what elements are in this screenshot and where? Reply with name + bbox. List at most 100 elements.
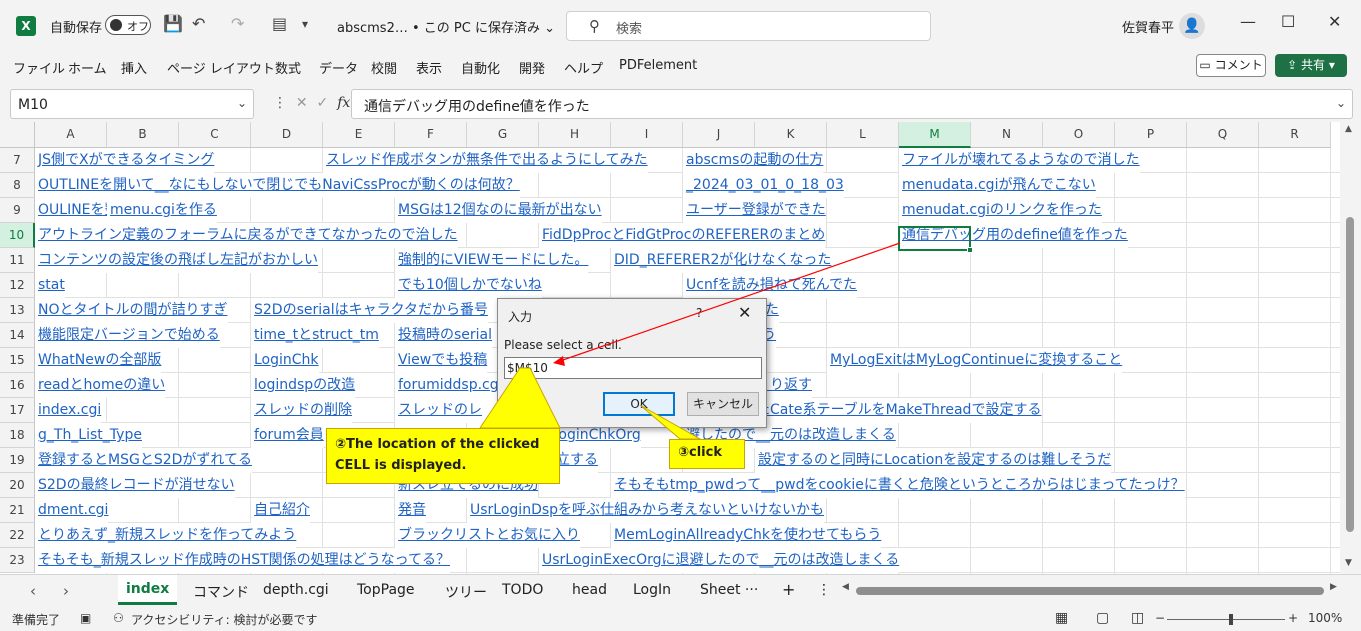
- macro-record-icon[interactable]: ▣: [80, 611, 91, 625]
- zoom-level[interactable]: 100%: [1308, 611, 1342, 625]
- more-options-icon[interactable]: ⋮: [817, 582, 831, 598]
- active-cell-m10[interactable]: [898, 226, 973, 253]
- row-header-19[interactable]: 19: [0, 448, 35, 473]
- normal-view-icon[interactable]: ▦: [1055, 610, 1068, 626]
- user-name[interactable]: 佐賀春平: [1122, 17, 1174, 36]
- cell-a15[interactable]: WhatNewの全部版: [35, 348, 162, 373]
- cell-m7[interactable]: ファイルが壊れてるようなので消した: [899, 148, 1140, 173]
- name-box[interactable]: M10 ⌄: [10, 89, 254, 119]
- row-header-16[interactable]: 16: [0, 373, 35, 398]
- sheet-tab-login[interactable]: LogIn: [633, 582, 671, 598]
- tab-home[interactable]: ホーム: [68, 58, 107, 77]
- cell-l15[interactable]: MyLogExitはMyLogContinueに変換すること: [827, 348, 1123, 373]
- sheet-tab-head[interactable]: head: [572, 582, 607, 598]
- cell-f17[interactable]: スレッドのレ: [395, 398, 482, 423]
- column-header-o[interactable]: O: [1043, 122, 1115, 148]
- cell-i11[interactable]: DID_REFERER2が化けなくなった: [611, 248, 832, 273]
- tab-automate[interactable]: 自動化: [461, 58, 500, 77]
- cell-d13[interactable]: S2Dのserialはキャラクタだから番号: [251, 298, 489, 323]
- formula-input[interactable]: 通信デバッグ用のdefine値を作った ⌄: [351, 89, 1353, 119]
- row-header-14[interactable]: 14: [0, 323, 35, 348]
- column-header-p[interactable]: P: [1115, 122, 1187, 148]
- cancel-button[interactable]: キャンセル: [687, 392, 759, 416]
- sheet-tab-more[interactable]: Sheet ···: [700, 582, 758, 598]
- cell-d15[interactable]: LoginChk: [251, 348, 319, 373]
- cell-e7[interactable]: スレッド作成ボタンが無条件で出るようにしてみた: [323, 148, 648, 173]
- cell-d17[interactable]: スレッドの削除: [251, 398, 352, 423]
- horizontal-scroll-thumb[interactable]: [856, 587, 1324, 595]
- column-header-i[interactable]: I: [611, 122, 683, 148]
- zoom-in-icon[interactable]: +: [1288, 611, 1298, 625]
- column-header-r[interactable]: R: [1259, 122, 1331, 148]
- row-header-10[interactable]: 10: [0, 223, 35, 248]
- sheet-tab-toppage[interactable]: TopPage: [357, 582, 415, 598]
- cell-a10[interactable]: アウトライン定義のフォーラムに戻るができてなかったので治した: [35, 223, 458, 248]
- tab-view[interactable]: 表示: [416, 58, 442, 77]
- column-header-m[interactable]: M: [899, 122, 971, 148]
- cell-h23[interactable]: UsrLoginExecOrgに退避したので__元のは改造しまくる: [539, 548, 900, 573]
- cell-a18[interactable]: g_Th_List_Type: [35, 423, 142, 448]
- cell-a14[interactable]: 機能限定バージョンで始める: [35, 323, 220, 348]
- confirm-entry-icon[interactable]: ✓: [317, 95, 329, 111]
- zoom-out-icon[interactable]: −: [1155, 611, 1165, 625]
- cell-a8[interactable]: OUTLINEを開いて__なにもしないで閉じでもNaviCssProcが動くのは…: [35, 173, 520, 198]
- page-layout-view-icon[interactable]: ▢: [1096, 610, 1109, 626]
- cancel-entry-icon[interactable]: ✕: [296, 95, 308, 111]
- sheet-tab-command[interactable]: コマンド: [193, 582, 249, 602]
- tab-page-layout[interactable]: ページ レイアウト: [167, 58, 275, 77]
- cell-f14[interactable]: 投稿時のserial: [395, 323, 493, 348]
- cell-a16[interactable]: readとhomeの違い: [35, 373, 166, 398]
- chevron-down-icon[interactable]: ⌄: [237, 96, 247, 110]
- cell-a11[interactable]: コンテンツの設定後の飛ばし左記がおかしい: [35, 248, 318, 273]
- scroll-down-icon[interactable]: ▼: [1345, 558, 1352, 568]
- cell-j12[interactable]: Ucnfを読み損ねて死んでた: [683, 273, 858, 298]
- cell-a22[interactable]: とりあえず_新規スレッドを作ってみよう: [35, 523, 297, 548]
- cell-i22[interactable]: MemLoginAllreadyChkを使わせてもらう: [611, 523, 882, 548]
- scroll-right-icon[interactable]: ▶: [1330, 582, 1337, 592]
- search-box[interactable]: ⚲ 検索: [566, 11, 931, 41]
- column-header-h[interactable]: H: [539, 122, 611, 148]
- cell-a17[interactable]: index.cgi: [35, 398, 102, 423]
- undo-icon[interactable]: ↶: [192, 14, 205, 33]
- row-header-9[interactable]: 9: [0, 198, 35, 223]
- comment-button[interactable]: ▭ コメント: [1196, 54, 1266, 77]
- row-header-15[interactable]: 15: [0, 348, 35, 373]
- row-header-18[interactable]: 18: [0, 423, 35, 448]
- cell-j7[interactable]: abscmsの起動の仕方: [683, 148, 824, 173]
- vertical-scroll-thumb[interactable]: [1346, 217, 1354, 532]
- row-header-11[interactable]: 11: [0, 248, 35, 273]
- cell-d21[interactable]: 自己紹介: [251, 498, 310, 523]
- close-window-icon[interactable]: ✕: [1328, 12, 1341, 31]
- cell-f12[interactable]: でも10個しかでないね: [395, 273, 542, 298]
- row-header-12[interactable]: 12: [0, 273, 35, 298]
- cell-f11[interactable]: 強制的にVIEWモードにした。: [395, 248, 589, 273]
- column-header-n[interactable]: N: [971, 122, 1043, 148]
- column-header-c[interactable]: C: [179, 122, 251, 148]
- tab-insert[interactable]: 挿入: [121, 58, 147, 77]
- page-break-view-icon[interactable]: ◫: [1131, 610, 1144, 626]
- cell-j9[interactable]: ユーザー登録ができた: [683, 198, 826, 223]
- cell-d14[interactable]: time_tとstruct_tm: [251, 323, 379, 348]
- cell-a12[interactable]: stat: [35, 273, 65, 298]
- next-sheet-icon[interactable]: ›: [63, 582, 69, 600]
- maximize-icon[interactable]: ☐: [1281, 12, 1295, 31]
- tab-developer[interactable]: 開発: [519, 58, 545, 77]
- avatar[interactable]: 👤: [1179, 13, 1205, 39]
- cell-d16[interactable]: logindspの改造: [251, 373, 356, 398]
- document-title[interactable]: abscms2… • この PC に保存済み ⌄: [337, 17, 555, 36]
- horizontal-scrollbar[interactable]: ◀ ▶: [842, 582, 1338, 597]
- cell-a20[interactable]: S2Dの最終レコードが消せない: [35, 473, 235, 498]
- cell-m8[interactable]: menudata.cgiが飛んでこない: [899, 173, 1096, 198]
- column-header-k[interactable]: K: [755, 122, 827, 148]
- column-header-j[interactable]: J: [683, 122, 755, 148]
- column-header-l[interactable]: L: [827, 122, 899, 148]
- cell-i20[interactable]: そもそもtmp_pwdって__pwdをcookieに書くと危険というところからは…: [611, 473, 1185, 498]
- expand-formula-icon[interactable]: ⌄: [1336, 96, 1346, 110]
- zoom-slider[interactable]: [1167, 619, 1285, 620]
- cell-a13[interactable]: NOとタイトルの間が詰りすぎ: [35, 298, 228, 323]
- tab-pdfelement[interactable]: PDFelement: [619, 58, 697, 73]
- cell-f16[interactable]: forumiddsp.cg: [395, 373, 499, 398]
- cell-j8[interactable]: _2024_03_01_0_18_03: [683, 173, 844, 198]
- row-header-23[interactable]: 23: [0, 548, 35, 573]
- redo-icon[interactable]: ↷: [231, 14, 244, 33]
